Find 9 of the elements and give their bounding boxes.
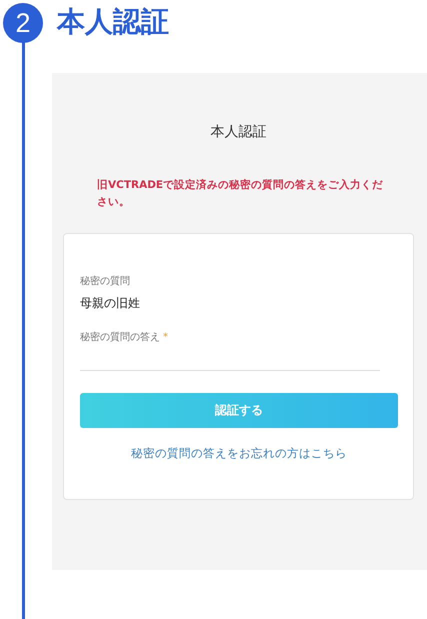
notice-text: 旧VCTRADEで設定済みの秘密の質問の答えをご入力ください。 — [97, 178, 384, 210]
step-number: 2 — [3, 3, 43, 43]
question-label: 秘密の質問 — [80, 274, 131, 288]
question-value: 母親の旧姓 — [80, 295, 141, 312]
panel-title: 本人認証 — [210, 123, 268, 141]
answer-label: 秘密の質問の答え — [80, 332, 160, 343]
forgot-link[interactable]: 秘密の質問の答えをお忘れの方はこちら — [131, 446, 347, 460]
required-mark: * — [163, 332, 168, 343]
step-title: 本人認証 — [57, 4, 170, 40]
